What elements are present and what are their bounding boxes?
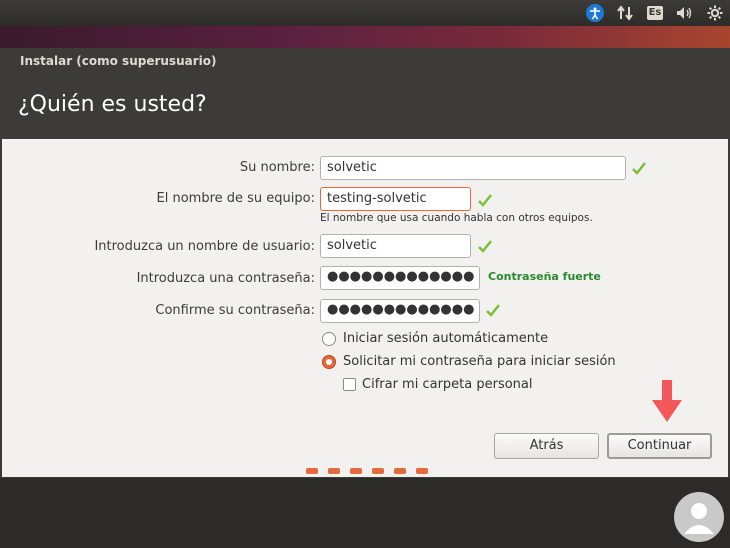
require-password-radio[interactable] <box>322 355 336 369</box>
step-dot <box>372 468 384 474</box>
password-label: Introduzca una contraseña: <box>136 271 315 286</box>
step-dot <box>306 468 318 474</box>
step-dot <box>394 468 406 474</box>
encrypt-home-label[interactable]: Cifrar mi carpeta personal <box>362 377 533 392</box>
network-icon <box>617 5 633 21</box>
computer-name-label: El nombre de su equipo: <box>156 191 315 206</box>
page-title: ¿Quién es usted? <box>18 92 207 117</box>
computer-name-input[interactable]: testing-solvetic <box>320 187 471 211</box>
keyboard-indicator[interactable]: Es <box>640 0 670 26</box>
arrow-down-icon <box>652 380 682 422</box>
name-input[interactable]: solvetic <box>320 156 626 180</box>
volume-indicator[interactable] <box>670 0 700 26</box>
watermark-logo <box>674 492 724 542</box>
back-button[interactable]: Atrás <box>494 433 599 459</box>
computer-name-valid-check-icon <box>478 194 492 207</box>
password-input[interactable]: ●●●●●●●●●●●●● <box>320 266 480 290</box>
name-label: Su nombre: <box>239 160 315 175</box>
network-indicator[interactable] <box>610 0 640 26</box>
confirm-valid-check-icon <box>486 304 500 317</box>
autologin-label[interactable]: Iniciar sesión automáticamente <box>343 331 548 346</box>
password-strength: Contraseña fuerte <box>488 270 601 283</box>
step-dot <box>416 468 428 474</box>
accessibility-icon <box>586 4 604 22</box>
window-titlebar[interactable]: Instalar (como superusuario) <box>0 48 730 74</box>
username-label: Introduzca un nombre de usuario: <box>94 239 315 254</box>
step-dot <box>350 468 362 474</box>
step-indicator <box>306 468 428 474</box>
autologin-radio[interactable] <box>322 332 336 346</box>
session-indicator[interactable] <box>700 0 730 26</box>
settings-icon <box>707 5 723 21</box>
accessibility-indicator[interactable] <box>580 0 610 26</box>
top-panel: Es <box>0 0 730 26</box>
encrypt-home-checkbox[interactable] <box>343 378 356 391</box>
volume-icon <box>677 7 692 19</box>
username-input[interactable]: solvetic <box>320 234 471 258</box>
confirm-password-label: Confirme su contraseña: <box>155 303 315 318</box>
step-dot <box>328 468 340 474</box>
name-valid-check-icon <box>632 162 646 175</box>
continue-button[interactable]: Continuar <box>607 433 712 459</box>
confirm-password-input[interactable]: ●●●●●●●●●●●●● <box>320 299 480 323</box>
username-valid-check-icon <box>478 240 492 253</box>
window-footer <box>0 478 730 548</box>
computer-name-hint: El nombre que usa cuando habla con otros… <box>320 212 593 224</box>
require-password-label[interactable]: Solicitar mi contraseña para iniciar ses… <box>343 354 616 369</box>
window-title: Instalar (como superusuario) <box>20 54 217 68</box>
keyboard-icon: Es <box>646 6 664 20</box>
